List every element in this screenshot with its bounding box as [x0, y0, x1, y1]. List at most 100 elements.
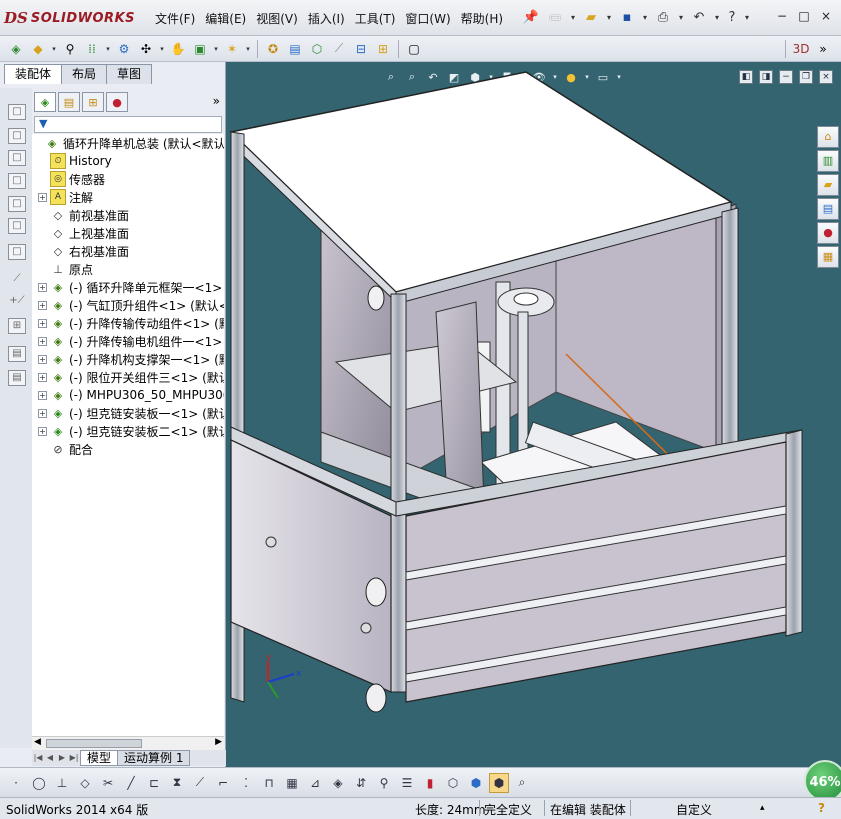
graphics-area[interactable]: ⌕ ⌕ ↶ ◩ ⬢ ▾ ◘ ▾ 👁 ▾ ● ▾ ▭ ▾ ◧ ◨ − ❐ × — [226, 62, 841, 767]
tree-item[interactable]: + ◈ (-) 坦克链安装板一<1> (默认 — [38, 404, 224, 422]
menu-file[interactable]: 文件(F) — [150, 8, 200, 29]
circle-icon[interactable]: ◯ — [29, 773, 49, 793]
insert-component-icon[interactable]: ◈ — [6, 39, 26, 59]
tree-item[interactable]: ⊘ 配合 — [38, 440, 93, 458]
line-icon[interactable]: ╱ — [121, 773, 141, 793]
reference-dropdown-icon[interactable]: ▾ — [244, 39, 252, 59]
minimize-button[interactable]: − — [773, 8, 791, 24]
tree-expander-icon[interactable]: + — [38, 354, 47, 364]
bill-of-materials-icon[interactable]: ▤ — [285, 39, 305, 59]
offset-icon[interactable]: ⊏ — [144, 773, 164, 793]
restore-button[interactable]: □ — [795, 8, 813, 24]
status-units[interactable]: 自定义 — [676, 801, 712, 818]
cube-view-icon[interactable]: □ — [8, 128, 26, 144]
tree-item[interactable]: + ◈ (-) 循环升降单元框架一<1> ( — [38, 278, 224, 296]
tree-item[interactable]: ⊥ 原点 — [38, 260, 93, 278]
relations-icon[interactable]: ⊞ — [8, 318, 26, 334]
last-tab-icon[interactable]: ▶| — [68, 751, 80, 765]
dimension-icon[interactable]: ⊓ — [259, 773, 279, 793]
tree-expander-icon[interactable]: + — [38, 192, 47, 202]
cube-view-icon[interactable]: □ — [8, 173, 26, 189]
smart-fasteners-icon[interactable]: ⚙ — [114, 39, 134, 59]
tree-expander-icon[interactable]: + — [38, 336, 47, 346]
tree-filter-box[interactable]: ▼ — [34, 116, 222, 133]
tree-item[interactable]: ◎ 传感器 — [38, 170, 105, 188]
repair-sketch-icon[interactable]: ◈ — [328, 773, 348, 793]
tree-expander-icon[interactable]: + — [38, 282, 47, 292]
cube-view-icon[interactable]: □ — [8, 244, 26, 260]
print-icon[interactable]: ⎙ — [652, 6, 674, 28]
undo-dropdown-icon[interactable]: ▾ — [712, 6, 722, 28]
solidworks-logo[interactable]: DS SOLIDWORKS — [4, 6, 142, 30]
menu-window[interactable]: 窗口(W) — [400, 8, 455, 29]
fillet-icon[interactable]: ⌐ — [213, 773, 233, 793]
tree-item[interactable]: + ◈ (-) 坦克链安装板二<1> (默认 — [38, 422, 224, 440]
move-dropdown-icon[interactable]: ▾ — [158, 39, 166, 59]
display-manager-tab-icon[interactable]: ● — [106, 92, 128, 112]
tree-expander-icon[interactable]: + — [38, 318, 47, 328]
close-button[interactable]: × — [817, 8, 835, 24]
tree-item[interactable]: ◇ 右视基准面 — [38, 242, 129, 260]
features-dropdown-icon[interactable]: ▾ — [212, 39, 220, 59]
new-dropdown-icon[interactable]: ▾ — [568, 6, 578, 28]
new-document-icon[interactable]: ▭ — [544, 6, 566, 28]
tree-item[interactable]: + ◈ (-) 升降传输传动组件<1> (默 — [38, 314, 224, 332]
assembly-model-render[interactable]: y x — [226, 62, 841, 767]
shaded-box-icon[interactable]: ⬢ — [466, 773, 486, 793]
next-tab-icon[interactable]: ▶ — [56, 751, 68, 765]
tree-expander-icon[interactable]: + — [38, 390, 47, 400]
exploded-view-icon[interactable]: ⬡ — [307, 39, 327, 59]
scroll-left-icon[interactable]: ◀ — [34, 737, 41, 747]
menu-insert[interactable]: 插入(I) — [303, 8, 350, 29]
view-palette-icon[interactable]: ▤ — [817, 198, 839, 220]
funnel-icon[interactable]: ▼ — [39, 117, 47, 130]
search-icon[interactable]: ⌕ — [512, 773, 532, 793]
sketch-edit-icon[interactable]: ⟋ — [8, 272, 26, 288]
assembly-features-icon[interactable]: ▣ — [190, 39, 210, 59]
open-dropdown-icon[interactable]: ▾ — [604, 6, 614, 28]
new-part-icon[interactable]: ◆ — [28, 39, 48, 59]
cube-view-icon[interactable]: □ — [8, 196, 26, 212]
sketch-add-icon[interactable]: +⟋ — [8, 294, 26, 310]
cube-view-icon[interactable]: □ — [8, 150, 26, 166]
performance-badge[interactable]: 46% — [804, 760, 841, 802]
clearance-verification-icon[interactable]: ⊞ — [373, 39, 393, 59]
tree-horizontal-scrollbar[interactable]: ◀ ▶ — [32, 736, 224, 750]
mirror-icon[interactable]: ⧗ — [167, 773, 187, 793]
tree-item[interactable]: ◈ 循环升降单机总装 (默认<默认_显 — [32, 134, 224, 152]
center-line-icon[interactable]: ⊥ — [52, 773, 72, 793]
tree-item[interactable]: + ◈ (-) 升降传输电机组件一<1> ( — [38, 332, 224, 350]
tree-item[interactable]: ⏲ History — [38, 152, 112, 170]
tree-expander-icon[interactable]: + — [38, 408, 47, 418]
configuration-manager-tab-icon[interactable]: ⊞ — [82, 92, 104, 112]
appearances-icon[interactable]: ● — [817, 222, 839, 244]
tree-item[interactable]: + ◈ (-) 气缸顶升组件<1> (默认<第 — [38, 296, 224, 314]
custom-properties-icon[interactable]: ▦ — [817, 246, 839, 268]
tree-expander-icon[interactable]: + — [38, 426, 47, 436]
cube-view-icon[interactable]: □ — [8, 104, 26, 120]
menu-tools[interactable]: 工具(T) — [350, 8, 401, 29]
undo-icon[interactable]: ↶ — [688, 6, 710, 28]
interference-detection-icon[interactable]: ⊟ — [351, 39, 371, 59]
tree-item[interactable]: + A 注解 — [38, 188, 93, 206]
cube-view-icon[interactable]: ▤ — [8, 346, 26, 362]
pattern-dropdown-icon[interactable]: ▾ — [104, 39, 112, 59]
menu-help[interactable]: 帮助(H) — [456, 8, 508, 29]
help-icon[interactable]: ? — [818, 801, 825, 815]
units-dropdown-icon[interactable]: ▴ — [760, 803, 765, 813]
panel-more-icon[interactable]: » — [213, 94, 220, 108]
color-component-icon[interactable]: ▮ — [420, 773, 440, 793]
tree-item[interactable]: + ◈ (-) 升降机构支撑架一<1> (默 — [38, 350, 224, 368]
menu-view[interactable]: 视图(V) — [251, 8, 303, 29]
cube-view-icon[interactable]: ▤ — [8, 370, 26, 386]
reference-geometry-icon[interactable]: ✶ — [222, 39, 242, 59]
tree-expander-icon[interactable]: + — [38, 372, 47, 382]
tree-expander-icon[interactable]: + — [38, 300, 47, 310]
show-hidden-icon[interactable]: ✋ — [168, 39, 188, 59]
cube-view-icon[interactable]: □ — [8, 218, 26, 234]
trim-icon[interactable]: ✂ — [98, 773, 118, 793]
first-tab-icon[interactable]: |◀ — [32, 751, 44, 765]
tab-sketch[interactable]: 草图 — [106, 64, 153, 84]
property-manager-tab-icon[interactable]: ▤ — [58, 92, 80, 112]
tab-layout[interactable]: 布局 — [61, 64, 108, 84]
